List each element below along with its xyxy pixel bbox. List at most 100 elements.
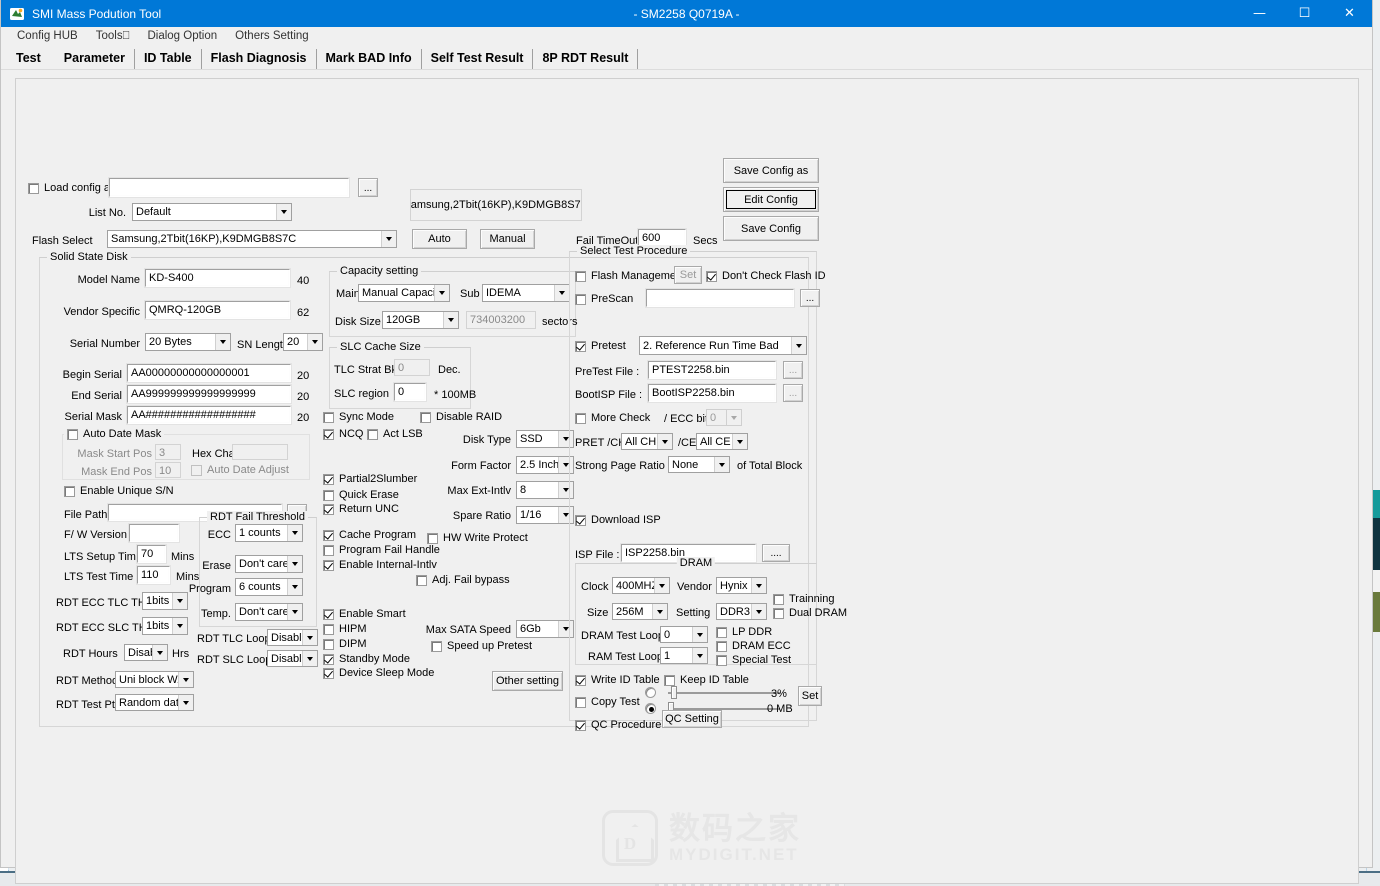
copy-test-set-button[interactable]: Set [798,686,822,706]
write-id-table-checkbox[interactable]: Write ID Table [575,674,660,686]
chevron-down-icon[interactable] [302,651,317,666]
menu-others-setting[interactable]: Others Setting [227,28,317,44]
dram-ecc-checkbox[interactable]: DRAM ECC [716,640,791,652]
chevron-down-icon[interactable] [287,604,302,620]
more-check-checkbox[interactable]: More Check [575,412,650,424]
menu-tools[interactable]: Tools⎕ [88,28,138,45]
fw-version-input[interactable] [129,524,179,542]
copy-test-checkbox[interactable]: Copy Test [575,696,640,708]
dram-clock-combo[interactable]: 400MHZ [612,577,670,594]
mask-end-pos-input[interactable]: 10 [155,462,181,478]
standby-mode-checkbox[interactable]: Standby Mode [323,653,410,665]
adj-fail-bypass-checkbox[interactable]: Adj. Fail bypass [416,574,510,586]
max-ext-intlv-combo[interactable]: 8 [516,481,574,499]
chevron-down-icon[interactable] [751,604,766,619]
close-button[interactable]: ✕ [1327,0,1372,27]
disk-type-combo[interactable]: SSD [516,430,574,448]
keep-id-table-checkbox[interactable]: Keep ID Table [664,674,749,686]
chevron-down-icon[interactable] [732,434,747,449]
lp-ddr-checkbox[interactable]: LP DDR [716,626,772,638]
tab-mark-bad-info[interactable]: Mark BAD Info [317,49,422,69]
download-isp-checkbox[interactable]: Download ISP [575,514,661,526]
tab-test[interactable]: Test [7,49,55,69]
lts-setup-time-input[interactable]: 70 [137,545,166,563]
spare-ratio-combo[interactable]: 1/16 [516,506,574,524]
chevron-down-icon[interactable] [791,337,806,354]
save-config-as-button[interactable]: Save Config as [723,158,819,183]
ram-test-loop-combo[interactable]: 1 [660,647,708,664]
rdt-ecc-slc-th-combo[interactable]: 1bits [142,617,188,635]
chevron-down-icon[interactable] [434,285,449,301]
dram-trainning-checkbox[interactable]: Trainning [773,593,834,605]
quick-erase-checkbox[interactable]: Quick Erase [323,489,399,501]
copy-test-radio-mb[interactable] [645,703,656,714]
list-no-combo[interactable]: Default [132,203,292,221]
chevron-down-icon[interactable] [178,695,193,710]
chevron-down-icon[interactable] [172,618,187,634]
flash-manual-button[interactable]: Manual [480,229,535,249]
maximize-button[interactable]: ☐ [1282,0,1327,27]
rdt-slc-loops-combo[interactable]: Disable [267,650,318,667]
ncq-checkbox[interactable]: NCQ [323,428,363,440]
hex-char-input[interactable] [232,444,288,460]
rdt-hours-combo[interactable]: Disable [124,644,168,661]
rdt-method-combo[interactable]: Uni block W/R [115,671,194,688]
form-factor-combo[interactable]: 2.5 Inch [516,456,574,474]
tab-self-test-result[interactable]: Self Test Result [422,49,534,69]
sync-mode-checkbox[interactable]: Sync Mode [323,411,394,423]
edit-config-button[interactable]: Edit Config [723,187,819,212]
program-fail-handle-checkbox[interactable]: Program Fail Handle [323,544,440,556]
qc-procedure-checkbox[interactable]: QC Procedure [575,719,661,731]
tab-flash-diagnosis[interactable]: Flash Diagnosis [202,49,317,69]
auto-date-adjust-checkbox[interactable]: Auto Date Adjust [191,464,289,476]
chevron-down-icon[interactable] [178,672,193,687]
capacity-main-combo[interactable]: Manual Capacity [358,284,450,302]
load-config-checkbox[interactable]: Load config as [28,182,116,194]
prescan-checkbox[interactable]: PreScan [575,293,633,305]
chevron-down-icon[interactable] [287,556,302,572]
chevron-down-icon[interactable] [287,525,302,541]
serial-number-combo[interactable]: 20 Bytes [145,333,231,351]
load-config-input[interactable] [109,178,349,197]
isp-file-browse-button[interactable]: .... [762,544,790,562]
rdt-test-ptn-combo[interactable]: Random data [115,694,194,711]
prescan-input[interactable] [646,289,794,307]
minimize-button[interactable]: — [1237,0,1282,27]
chevron-down-icon[interactable] [152,645,167,660]
model-name-input[interactable]: KD-S400 [145,269,290,287]
rdt-program-combo[interactable]: 6 counts [235,578,303,596]
flash-management-checkbox[interactable]: Flash Management [575,270,685,282]
dont-check-flash-id-checkbox[interactable]: Don't Check Flash ID [706,270,826,282]
enable-smart-checkbox[interactable]: Enable Smart [323,608,406,620]
strong-page-ratio-combo[interactable]: None [668,456,730,473]
serial-mask-input[interactable]: AA################## [127,406,291,424]
chevron-down-icon[interactable] [654,578,669,593]
capacity-sub-combo[interactable]: IDEMA [482,284,570,302]
other-setting-button[interactable]: Other setting [492,671,563,691]
auto-date-mask-checkbox[interactable]: Auto Date Mask [64,428,165,440]
mask-start-pos-input[interactable]: 3 [155,444,181,460]
partial2slumber-checkbox[interactable]: Partial2Slumber [323,473,417,485]
copy-test-percent-slider[interactable] [668,686,780,700]
qc-setting-button[interactable]: QC Setting [662,710,722,728]
chevron-down-icon[interactable] [751,578,766,593]
rdt-tlc-loops-combo[interactable]: Disable [267,629,318,646]
speed-up-pretest-checkbox[interactable]: Speed up Pretest [431,640,532,652]
dual-dram-checkbox[interactable]: Dual DRAM [773,607,847,619]
save-config-button[interactable]: Save Config [723,216,819,241]
disk-size-combo[interactable]: 120GB [382,311,459,329]
max-sata-speed-combo[interactable]: 6Gb [516,620,574,638]
bootisp-file-browse-button[interactable]: ... [783,384,803,402]
ce-combo[interactable]: All CE [696,433,748,450]
sn-length-combo[interactable]: 20 [283,333,323,351]
hw-write-protect-checkbox[interactable]: HW Write Protect [427,532,528,544]
vendor-specific-input[interactable]: QMRQ-120GB [145,301,290,319]
rdt-ecc-combo[interactable]: 1 counts [235,524,303,542]
chevron-down-icon[interactable] [726,410,741,425]
begin-serial-input[interactable]: AA00000000000000001 [127,364,291,382]
chevron-down-icon[interactable] [381,231,396,247]
enable-unique-sn-checkbox[interactable]: Enable Unique S/N [64,485,174,497]
chevron-down-icon[interactable] [443,312,458,328]
device-sleep-mode-checkbox[interactable]: Device Sleep Mode [323,667,434,679]
disable-raid-checkbox[interactable]: Disable RAID [420,411,502,423]
